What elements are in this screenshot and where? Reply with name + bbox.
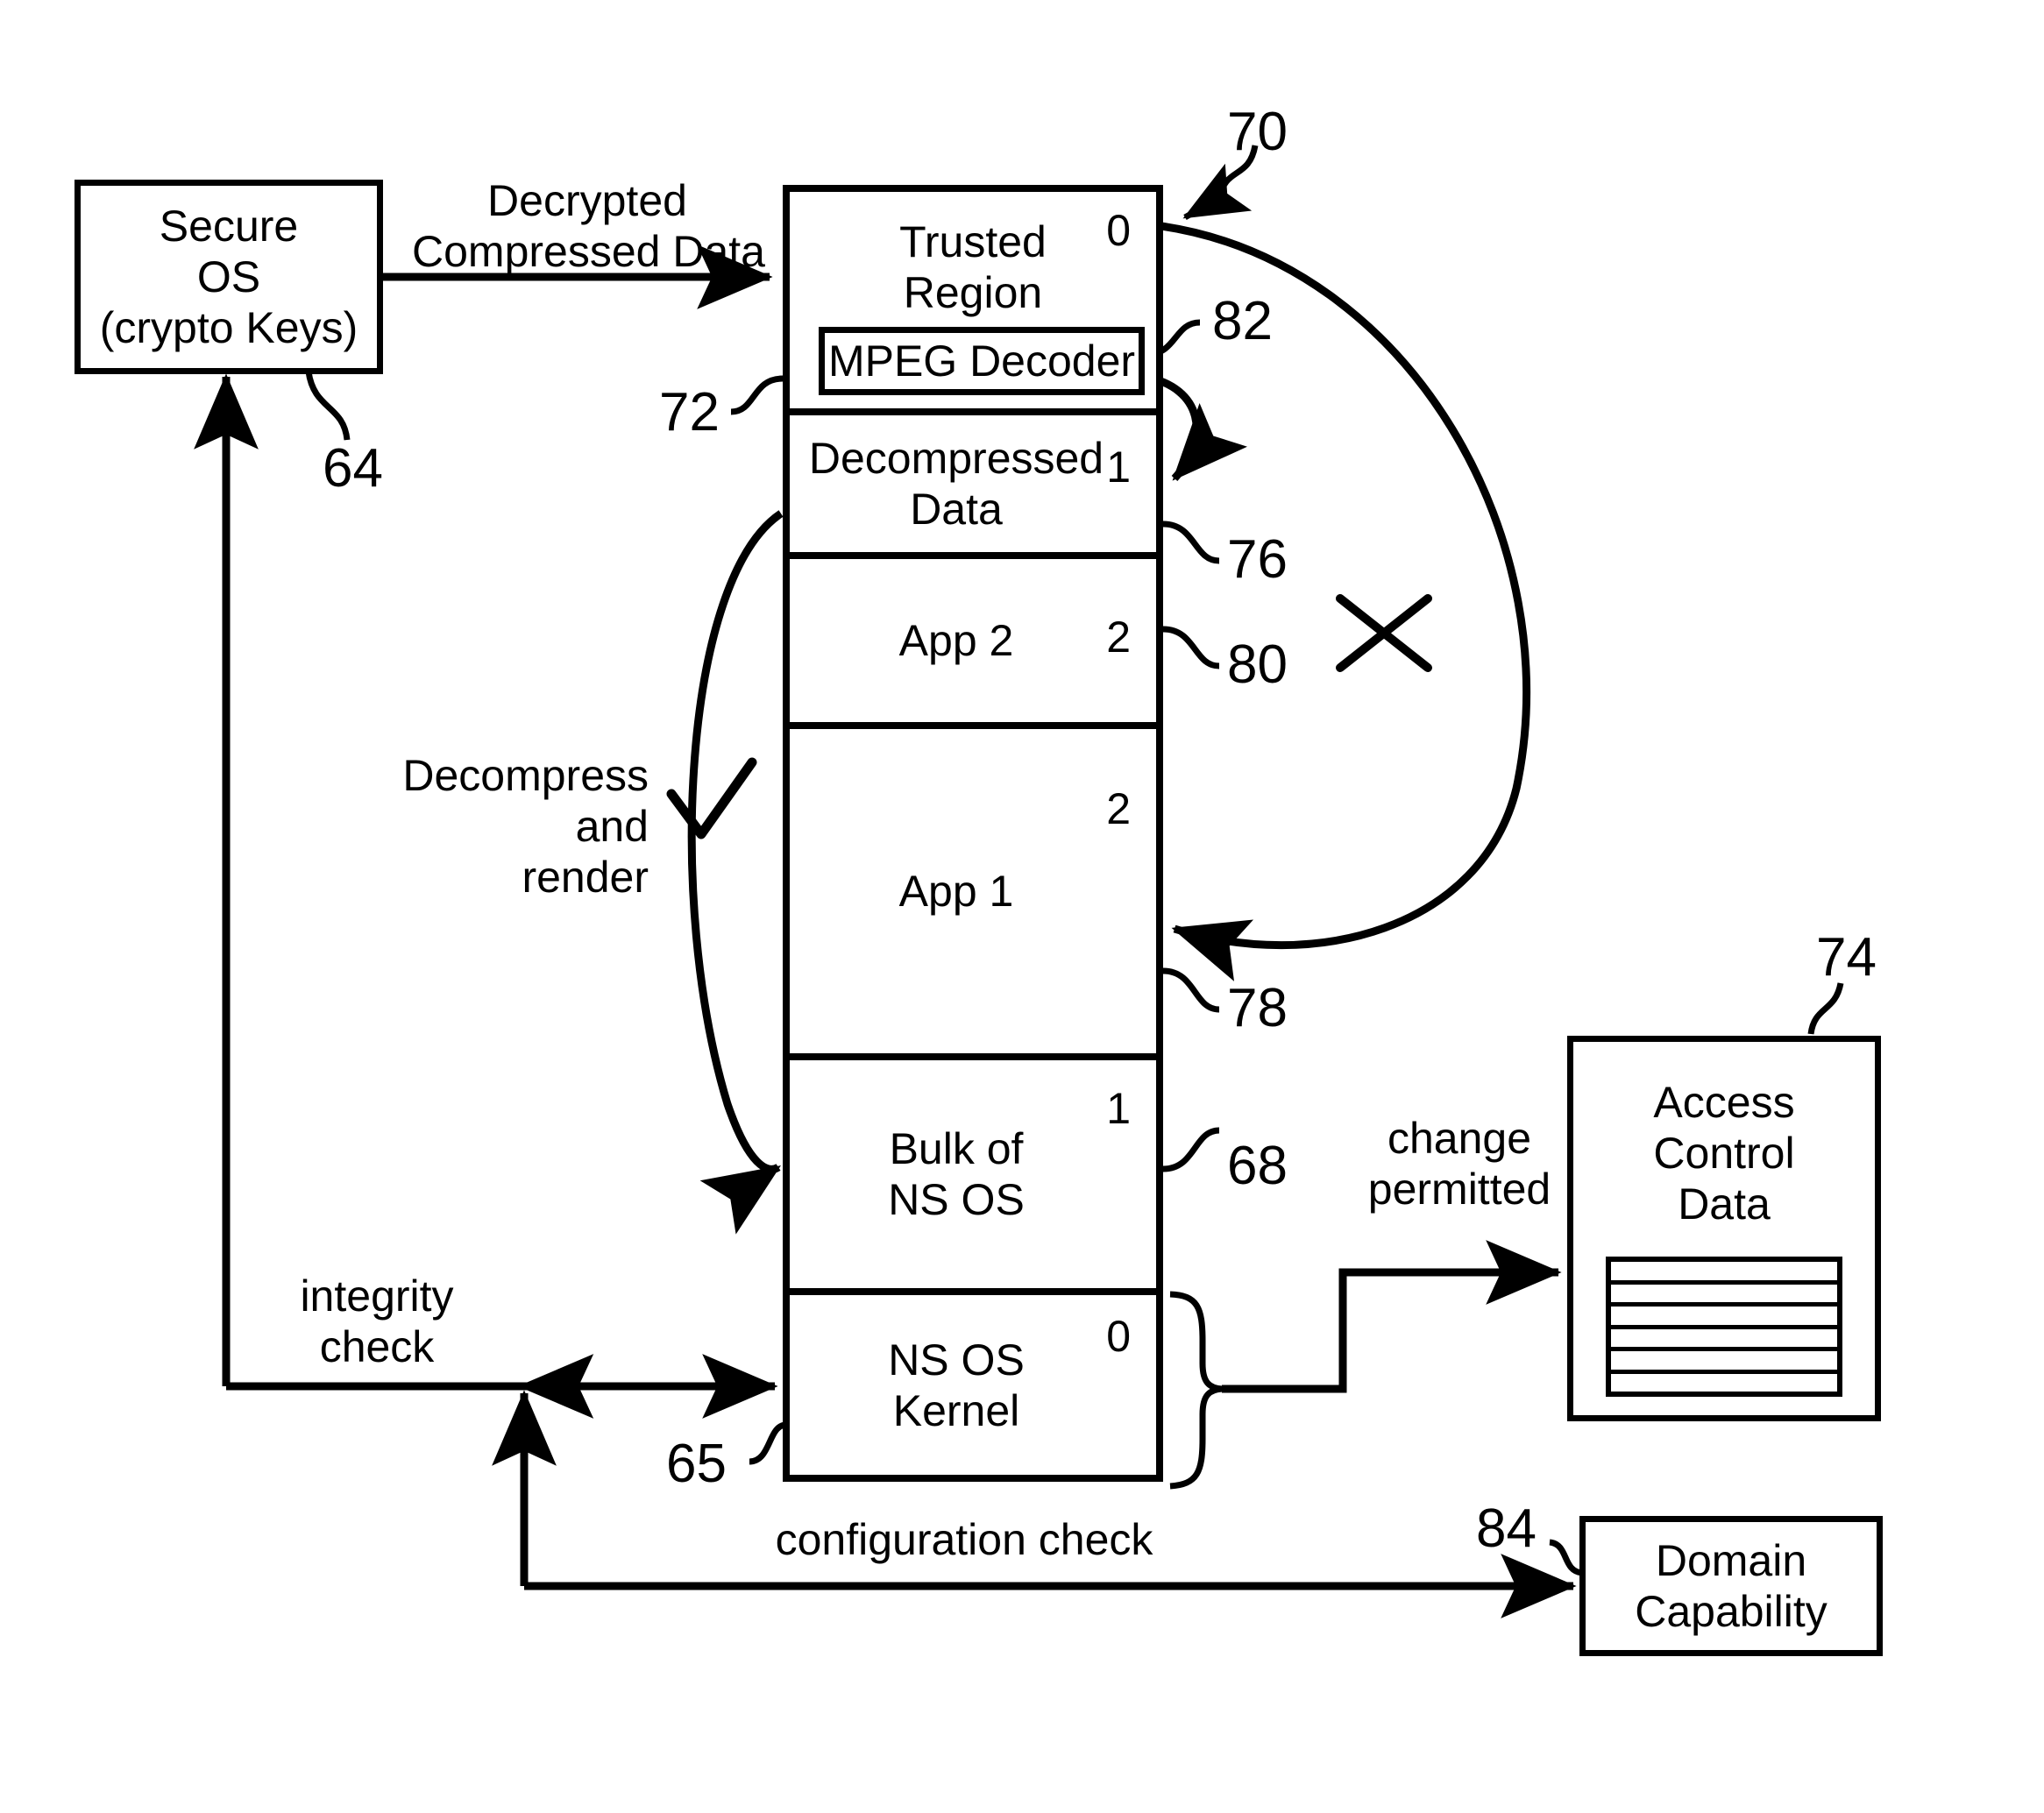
decompress-line-3: render	[522, 853, 649, 902]
leader-84	[1549, 1539, 1583, 1576]
app-2-label: App 2	[898, 616, 1014, 665]
divider-decompressed-app2	[783, 552, 1163, 559]
ref-82: 82	[1212, 291, 1273, 351]
table-row	[1611, 1262, 1837, 1285]
domain-number-trusted-region: 0	[1106, 206, 1131, 255]
divider-trusted-decompressed	[783, 408, 1163, 415]
leader-64	[305, 371, 351, 441]
decompressed-data-line-1: Decompressed	[808, 434, 1104, 483]
trusted-region-line-1: Trusted	[899, 217, 1047, 266]
domain-capability-line-2: Capability	[1635, 1587, 1828, 1636]
leader-76	[1162, 521, 1220, 564]
leader-80	[1162, 626, 1220, 669]
decompress-line-1: Decompress	[402, 751, 649, 800]
mpeg-decoder-box: MPEG Decoder	[819, 327, 1145, 395]
ns-os-kernel-line-1: NS OS	[888, 1335, 1025, 1385]
decrypted-line-1: Decrypted	[487, 176, 687, 225]
decrypted-line-2: Compressed Data	[412, 227, 765, 276]
region-app-2: App 2	[790, 559, 1123, 722]
domain-number-app-1: 2	[1106, 784, 1131, 833]
domain-number-bulk-of-ns-os: 1	[1106, 1084, 1131, 1133]
arrow-change-permitted	[1222, 1240, 1562, 1393]
integrity-line-2: check	[319, 1322, 435, 1371]
integrity-line-1: integrity	[300, 1271, 454, 1321]
trusted-region-line-2: Region	[903, 268, 1043, 317]
access-control-line-2: Control	[1653, 1129, 1795, 1178]
access-control-line-1: Access	[1653, 1078, 1795, 1127]
edge-label-configuration-check: configuration check	[754, 1514, 1175, 1565]
edge-label-change-permitted: change permitted	[1341, 1113, 1578, 1215]
ref-72: 72	[659, 382, 720, 443]
leader-78	[1162, 967, 1220, 1013]
configuration-check-line-1: configuration check	[775, 1515, 1153, 1564]
domain-capability-box: Domain Capability	[1579, 1516, 1883, 1656]
secure-os-box: Secure OS (crypto Keys)	[75, 180, 383, 374]
check-icon	[666, 757, 757, 839]
leader-65	[749, 1421, 787, 1465]
cross-icon	[1336, 594, 1432, 672]
leader-68	[1162, 1127, 1220, 1172]
domain-capability-line-1: Domain	[1655, 1536, 1807, 1585]
ref-80: 80	[1227, 634, 1288, 695]
leader-74	[1807, 982, 1844, 1035]
ref-64: 64	[323, 438, 383, 499]
ref-65: 65	[666, 1434, 727, 1494]
table-row	[1611, 1285, 1837, 1307]
secure-os-line-1: Secure	[159, 202, 299, 251]
access-control-line-3: Data	[1678, 1179, 1771, 1229]
bulk-of-ns-os-line-1: Bulk of	[889, 1124, 1024, 1173]
table-row	[1611, 1351, 1837, 1374]
divider-bulk-kernel	[783, 1288, 1163, 1295]
divider-app2-app1	[783, 722, 1163, 729]
arc-decompress-and-render-permitted	[687, 510, 784, 1235]
region-bulk-of-ns-os: Bulk of NS OS	[790, 1060, 1123, 1288]
domain-number-ns-os-kernel: 0	[1106, 1312, 1131, 1361]
region-app-1: App 1	[790, 729, 1123, 1053]
change-permitted-line-1: change	[1387, 1114, 1532, 1163]
domain-number-app-2: 2	[1106, 613, 1131, 662]
ref-76: 76	[1227, 529, 1288, 590]
table-row	[1611, 1329, 1837, 1351]
ref-84: 84	[1476, 1498, 1537, 1559]
mpeg-decoder-label: MPEG Decoder	[827, 336, 1136, 386]
ref-74: 74	[1816, 927, 1877, 988]
decompress-line-2: and	[575, 802, 649, 851]
patent-figure: Secure OS (crypto Keys) 64 Decrypted Com…	[0, 0, 2044, 1813]
table-row	[1611, 1374, 1837, 1392]
ns-os-kernel-line-2: Kernel	[892, 1385, 1020, 1435]
access-control-data-table	[1606, 1257, 1842, 1397]
app-1-label: App 1	[898, 867, 1014, 916]
domain-number-decompressed-data: 1	[1106, 443, 1131, 492]
table-row	[1611, 1307, 1837, 1329]
secure-os-line-3: (crypto Keys)	[99, 303, 358, 352]
region-ns-os-kernel: NS OS Kernel	[790, 1295, 1123, 1475]
leader-72	[730, 375, 784, 415]
ref-78: 78	[1227, 978, 1288, 1038]
brace-ns-os-kernel	[1169, 1291, 1223, 1490]
bulk-of-ns-os-line-2: NS OS	[888, 1175, 1025, 1224]
edge-label-decompress-and-render: Decompress and render	[386, 750, 649, 903]
decompressed-data-line-2: Data	[910, 485, 1003, 534]
divider-app1-bulk	[783, 1053, 1163, 1060]
edge-label-decrypted-compressed-data: Decrypted Compressed Data	[412, 175, 765, 277]
change-permitted-line-2: permitted	[1367, 1165, 1551, 1214]
edge-label-integrity-check: integrity check	[245, 1271, 508, 1372]
secure-os-line-2: OS	[196, 252, 261, 301]
ref-70: 70	[1227, 102, 1288, 162]
ref-68: 68	[1227, 1136, 1288, 1196]
region-decompressed-data: Decompressed Data	[790, 415, 1123, 552]
